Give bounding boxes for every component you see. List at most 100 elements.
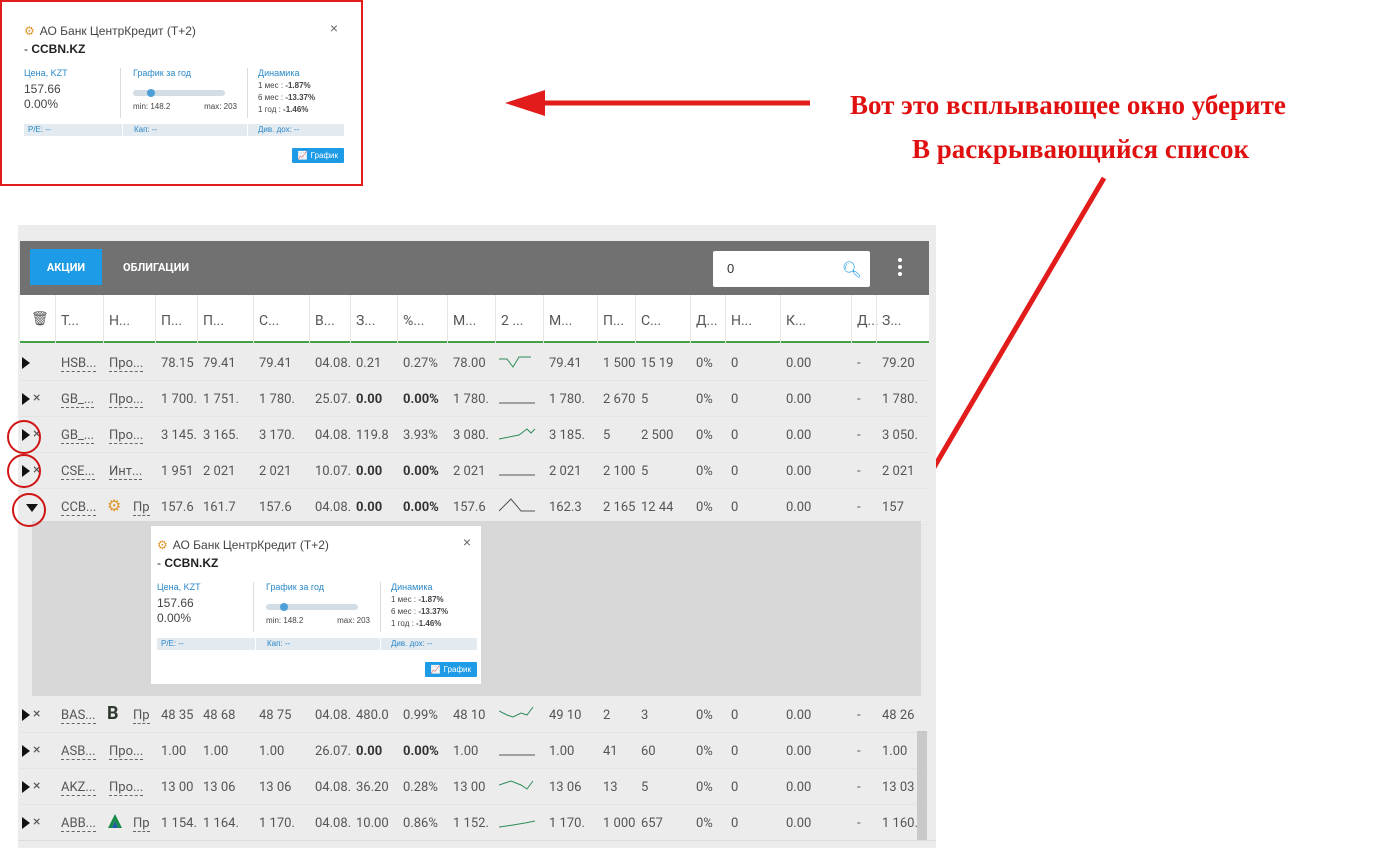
table-cell: 2 021: [882, 464, 915, 479]
table-cell: 0.21: [356, 356, 382, 371]
column-header[interactable]: 2 ...: [501, 313, 523, 329]
column-header[interactable]: П...: [161, 313, 182, 329]
ticker-cell[interactable]: GB_...: [61, 428, 95, 444]
table-cell: 48 68: [203, 708, 236, 723]
table-cell: 1.00: [549, 744, 575, 759]
table-row[interactable]: × ABB... Пр 1 154. 1 164. 1 170. 04.08. 10.00 0.…: [20, 805, 929, 841]
trash-icon[interactable]: 🗑: [31, 311, 49, 327]
ticker-cell[interactable]: CSE...: [61, 464, 95, 480]
column-header[interactable]: К...: [786, 313, 806, 329]
table-cell: 0.27%: [403, 356, 438, 371]
name-cell[interactable]: Инт...: [109, 464, 143, 480]
name-cell[interactable]: Пр: [133, 500, 150, 516]
column-header[interactable]: П...: [203, 313, 224, 329]
stock-popup-inline: ⚙ АО Банк ЦентрКредит (T+2) - CCBN.KZ × Ц…: [151, 526, 481, 684]
ticker-cell[interactable]: AKZ...: [61, 780, 96, 796]
table-row[interactable]: × ASB... Про... 1.00 1.00 1.00 26.07. 0.00 0.00%…: [20, 733, 929, 769]
ticker-cell[interactable]: ABB...: [61, 816, 96, 832]
ticker-cell[interactable]: BAS...: [61, 708, 96, 724]
year-range-slider: [133, 89, 225, 97]
table-row[interactable]: HSB... Про... 78.15 79.41 79.41 04.08. 0.21 0.2…: [20, 345, 929, 381]
table-row[interactable]: × BAS... B Пр 48 35 48 68 48 75 04.08. 480.0 0.99…: [20, 697, 929, 733]
column-header[interactable]: З...: [356, 313, 375, 329]
table-cell: -: [857, 356, 861, 371]
column-header[interactable]: М...: [453, 313, 476, 329]
column-header[interactable]: С...: [641, 313, 661, 329]
table-cell: 157.6: [259, 500, 292, 515]
table-cell: 3 145.: [161, 428, 197, 443]
table-row[interactable]: × AKZ... Про... 13 00 13 06 13 06 04.08. 36.20 0…: [20, 769, 929, 805]
table-cell: 0%: [696, 464, 713, 479]
tab-bonds[interactable]: ОБЛИГАЦИИ: [123, 249, 189, 285]
more-menu-icon[interactable]: [893, 258, 907, 278]
tab-shares[interactable]: АКЦИИ: [30, 249, 102, 285]
table-cell: 2 500: [641, 428, 674, 443]
table-cell: 48 26: [882, 708, 915, 723]
table-cell: 15 19: [641, 356, 674, 371]
name-cell[interactable]: Про...: [109, 780, 144, 796]
close-icon[interactable]: ×: [33, 706, 40, 722]
table-cell: 0.00: [786, 392, 812, 407]
ticker-cell[interactable]: HSB...: [61, 356, 97, 372]
ticker-cell[interactable]: GB_...: [61, 392, 95, 408]
table-cell: 1 780.: [549, 392, 585, 407]
chart-button[interactable]: 📈 График: [424, 662, 477, 677]
column-header[interactable]: Н...: [731, 313, 752, 329]
ticker-cell[interactable]: ASB...: [61, 744, 96, 760]
table-cell: 0: [731, 500, 739, 515]
table-cell: 5: [641, 780, 649, 795]
sparkline: [499, 754, 535, 756]
expand-arrow-icon[interactable]: [22, 781, 30, 793]
search-icon[interactable]: 🔍︎: [842, 260, 862, 279]
close-icon[interactable]: ×: [330, 20, 338, 36]
table-cell: 0.00%: [403, 500, 439, 515]
expand-arrow-icon[interactable]: [22, 745, 30, 757]
table-cell: 1 780.: [882, 392, 918, 407]
table-cell: 48 35: [161, 708, 194, 723]
column-header[interactable]: П...: [603, 313, 624, 329]
expand-arrow-icon[interactable]: [22, 817, 30, 829]
table-cell: 1 160.: [882, 816, 918, 831]
table-cell: 3 050.: [882, 428, 918, 443]
table-cell: 480.0: [356, 708, 389, 723]
close-icon[interactable]: ×: [33, 814, 40, 830]
min-value: min: 148.2: [133, 102, 171, 111]
table-row[interactable]: × GB_... Про... 3 145. 3 165. 3 170. 04.08. 119…: [20, 417, 929, 453]
table-row[interactable]: × CSE... Инт... 1 951 2 021 2 021 10.07. 0.00 0.…: [20, 453, 929, 489]
name-cell[interactable]: Пр: [133, 816, 150, 832]
close-icon[interactable]: ×: [33, 390, 40, 406]
column-header[interactable]: Д...: [696, 313, 718, 329]
column-header[interactable]: Н...: [109, 313, 130, 329]
table-cell: 3 170.: [259, 428, 295, 443]
stocks-grid: АКЦИИ ОБЛИГАЦИИ 🔍︎ 🗑 Т... Н... П... П... С..…: [18, 225, 936, 848]
ticker-cell[interactable]: CCB...: [61, 500, 97, 516]
close-icon[interactable]: ×: [463, 534, 471, 550]
table-row[interactable]: × GB_... Про... 1 700. 1 751. 1 780. 25.07. 0.0…: [20, 381, 929, 417]
name-cell[interactable]: Про...: [109, 392, 144, 408]
name-cell[interactable]: Про...: [109, 356, 144, 372]
close-icon[interactable]: ×: [33, 778, 40, 794]
fundamentals-bar: P/E: -- Кап: -- Див. дох: --: [157, 638, 477, 650]
column-header[interactable]: М...: [549, 313, 572, 329]
column-header[interactable]: В...: [315, 313, 335, 329]
vertical-scrollbar[interactable]: [917, 731, 927, 841]
name-cell[interactable]: Про...: [109, 744, 144, 760]
expand-arrow-icon[interactable]: [22, 709, 30, 721]
column-header[interactable]: %...: [403, 313, 424, 329]
column-header[interactable]: С...: [259, 313, 279, 329]
table-cell: 0.00: [356, 392, 383, 407]
close-icon[interactable]: ×: [33, 742, 40, 758]
search-input[interactable]: [727, 261, 837, 276]
name-cell[interactable]: Пр: [133, 708, 150, 724]
chart-button[interactable]: 📈 График: [291, 148, 344, 163]
column-header[interactable]: З...: [882, 313, 901, 329]
expand-arrow-icon[interactable]: [22, 393, 30, 405]
table-cell: 13 06: [549, 780, 582, 795]
table-row[interactable]: CCB... ⚙ Пр 157.6 161.7 157.6 04.08. 0.00 0.00% 1…: [20, 489, 929, 525]
column-header[interactable]: Т...: [61, 313, 79, 329]
name-cell[interactable]: Про...: [109, 428, 144, 444]
expand-arrow-icon[interactable]: [22, 357, 30, 369]
table-cell: -: [857, 708, 861, 723]
table-cell: 2 021: [549, 464, 582, 479]
gear-icon: ⚙: [157, 538, 168, 552]
